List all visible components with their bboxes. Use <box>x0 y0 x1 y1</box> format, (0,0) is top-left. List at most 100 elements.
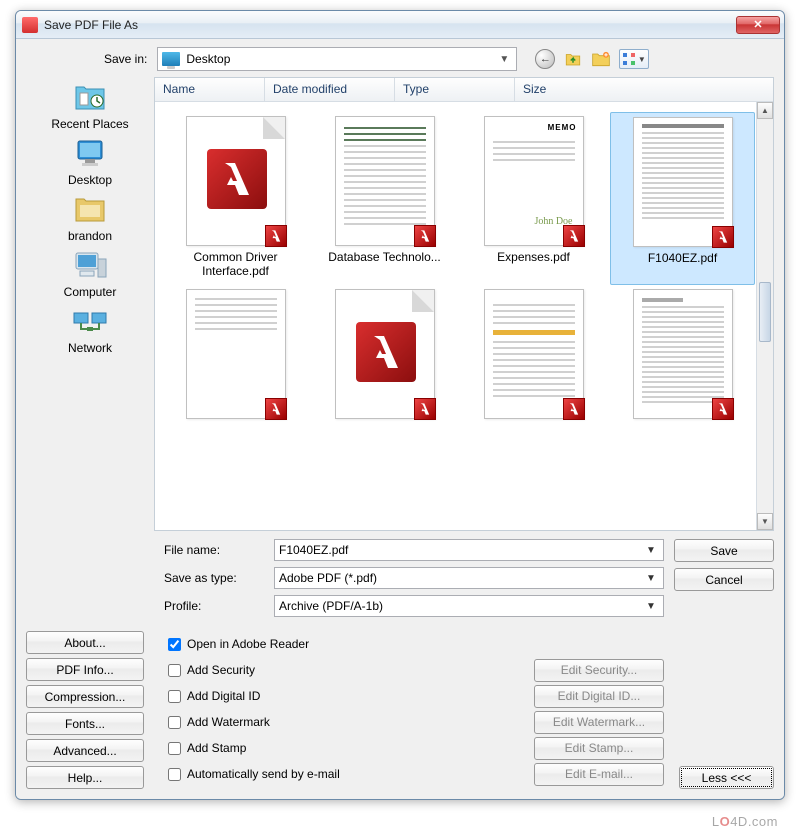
add-watermark-checkbox[interactable] <box>168 716 181 729</box>
desktop-place-icon <box>70 135 110 171</box>
file-item[interactable] <box>312 285 457 429</box>
view-menu-button[interactable]: ▼ <box>619 49 649 69</box>
scrollbar[interactable]: ▲ ▼ <box>756 102 773 530</box>
desktop-icon <box>162 52 180 66</box>
bottom-right: Less <<< <box>674 631 774 789</box>
places-sidebar: Recent Places Desktop brandon <box>26 77 154 531</box>
file-item[interactable] <box>461 285 606 429</box>
profile-label: Profile: <box>164 599 274 613</box>
new-folder-button[interactable] <box>591 49 611 69</box>
save-dialog-window: Save PDF File As ✕ Save in: Desktop ▼ <box>15 10 785 800</box>
back-button[interactable] <box>535 49 555 69</box>
place-label: Recent Places <box>40 117 140 131</box>
file-item[interactable]: Common Driver Interface.pdf <box>163 112 308 285</box>
advanced-button[interactable]: Advanced... <box>26 739 144 762</box>
chevron-down-icon: ▼ <box>643 601 659 612</box>
close-button[interactable]: ✕ <box>736 16 780 34</box>
cancel-button[interactable]: Cancel <box>674 568 774 591</box>
file-item[interactable]: F1040EZ.pdf <box>610 112 755 285</box>
auto-email-checkbox[interactable] <box>168 768 181 781</box>
action-buttons: Save Cancel <box>674 539 774 623</box>
file-name-label: Expenses.pdf <box>463 250 604 264</box>
add-stamp-checkbox[interactable] <box>168 742 181 755</box>
add-security-checkbox[interactable] <box>168 664 181 677</box>
checkbox-options: Open in Adobe Reader Add Security Edit S… <box>164 631 664 789</box>
place-label: Desktop <box>40 173 140 187</box>
column-headers: Name Date modified Type Size <box>155 78 773 102</box>
less-button[interactable]: Less <<< <box>679 766 774 789</box>
scroll-down-button[interactable]: ▼ <box>757 513 773 530</box>
edit-watermark-button[interactable]: Edit Watermark... <box>534 711 664 734</box>
form-fields: File name: F1040EZ.pdf ▼ Save as type: A… <box>164 539 664 623</box>
filename-label: File name: <box>164 543 274 557</box>
place-network[interactable]: Network <box>40 303 140 355</box>
file-item[interactable] <box>610 285 755 429</box>
save-in-value: Desktop <box>186 52 496 66</box>
pdf-badge-icon <box>712 398 734 420</box>
save-in-label: Save in: <box>104 52 147 66</box>
col-date[interactable]: Date modified <box>265 78 395 101</box>
add-security-label: Add Security <box>187 663 255 677</box>
file-item[interactable] <box>163 285 308 429</box>
edit-digitalid-button[interactable]: Edit Digital ID... <box>534 685 664 708</box>
about-button[interactable]: About... <box>26 631 144 654</box>
add-watermark-label: Add Watermark <box>187 715 270 729</box>
compression-button[interactable]: Compression... <box>26 685 144 708</box>
chevron-down-icon: ▼ <box>643 545 659 556</box>
left-buttons: About... PDF Info... Compression... Font… <box>26 631 154 789</box>
titlebar[interactable]: Save PDF File As ✕ <box>16 11 784 39</box>
col-type[interactable]: Type <box>395 78 515 101</box>
file-name-label: Database Technolo... <box>314 250 455 264</box>
file-name-label: Common Driver Interface.pdf <box>165 250 306 279</box>
scroll-thumb[interactable] <box>759 282 771 342</box>
add-digitalid-label: Add Digital ID <box>187 689 260 703</box>
saveas-label: Save as type: <box>164 571 274 585</box>
edit-security-button[interactable]: Edit Security... <box>534 659 664 682</box>
user-folder-icon <box>70 191 110 227</box>
add-digitalid-checkbox[interactable] <box>168 690 181 703</box>
place-computer[interactable]: Computer <box>40 247 140 299</box>
pdf-badge-icon <box>563 225 585 247</box>
help-button[interactable]: Help... <box>26 766 144 789</box>
file-item[interactable]: MEMOJohn DoeExpenses.pdf <box>461 112 606 285</box>
place-recent[interactable]: Recent Places <box>40 79 140 131</box>
file-thumbnail <box>186 289 286 419</box>
pdf-badge-icon <box>414 398 436 420</box>
open-reader-label: Open in Adobe Reader <box>187 637 309 651</box>
file-item[interactable]: Database Technolo... <box>312 112 457 285</box>
files-grid[interactable]: Common Driver Interface.pdf Database Tech… <box>155 102 773 530</box>
file-thumbnail <box>186 116 286 246</box>
pdf-badge-icon <box>563 398 585 420</box>
file-listing: Name Date modified Type Size Common Driv… <box>154 77 774 531</box>
open-reader-checkbox[interactable] <box>168 638 181 651</box>
file-thumbnail <box>484 289 584 419</box>
save-in-combo[interactable]: Desktop ▼ <box>157 47 517 71</box>
col-name[interactable]: Name <box>155 78 265 101</box>
place-desktop[interactable]: Desktop <box>40 135 140 187</box>
chevron-down-icon: ▼ <box>638 55 646 64</box>
bottom-options: About... PDF Info... Compression... Font… <box>26 631 774 789</box>
pdf-badge-icon <box>265 225 287 247</box>
pdf-badge-icon <box>265 398 287 420</box>
source-watermark: LO4D.com <box>712 814 778 829</box>
dialog-body: Save in: Desktop ▼ <box>16 39 784 799</box>
col-size[interactable]: Size <box>515 78 773 101</box>
pdf-badge-icon <box>712 226 734 248</box>
pdfinfo-button[interactable]: PDF Info... <box>26 658 144 681</box>
save-button[interactable]: Save <box>674 539 774 562</box>
place-user[interactable]: brandon <box>40 191 140 243</box>
saveas-combo[interactable]: Adobe PDF (*.pdf) ▼ <box>274 567 664 589</box>
save-in-row: Save in: Desktop ▼ <box>104 47 774 71</box>
up-folder-button[interactable] <box>563 49 583 69</box>
profile-combo[interactable]: Archive (PDF/A-1b) ▼ <box>274 595 664 617</box>
fonts-button[interactable]: Fonts... <box>26 712 144 735</box>
place-label: Network <box>40 341 140 355</box>
edit-email-button[interactable]: Edit E-mail... <box>534 763 664 786</box>
filename-input[interactable]: F1040EZ.pdf ▼ <box>274 539 664 561</box>
nav-toolbar: ▼ <box>535 49 649 69</box>
file-name-label: F1040EZ.pdf <box>613 251 752 265</box>
computer-icon <box>70 247 110 283</box>
window-title: Save PDF File As <box>44 18 736 32</box>
scroll-up-button[interactable]: ▲ <box>757 102 773 119</box>
edit-stamp-button[interactable]: Edit Stamp... <box>534 737 664 760</box>
